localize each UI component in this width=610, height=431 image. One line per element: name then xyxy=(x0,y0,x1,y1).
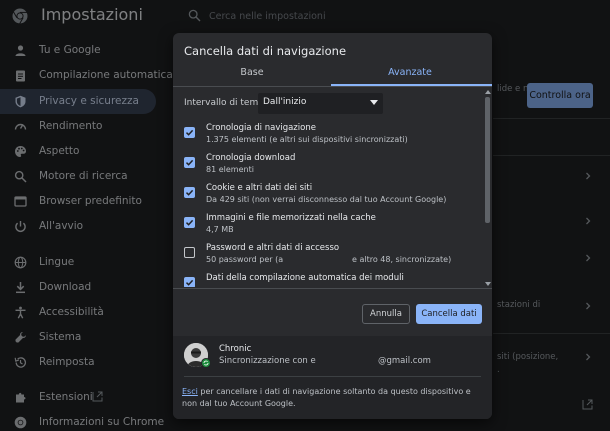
tab-basic[interactable]: Base xyxy=(173,67,331,85)
option-download-history[interactable]: Cronologia download 81 elementi xyxy=(173,151,483,181)
option-passwords[interactable]: Password e altri dati di accesso 50 pass… xyxy=(173,241,483,271)
account-section: Chronic Sincronizzazione con e @gmail.co… xyxy=(173,336,492,419)
option-subtitle-tail: e altro 48, sincronizzate) xyxy=(352,255,452,264)
option-title: Dati della compilazione automatica dei m… xyxy=(206,273,404,283)
tab-divider xyxy=(173,86,492,87)
checkbox-unchecked[interactable] xyxy=(184,247,195,258)
option-subtitle: 81 elementi xyxy=(206,165,254,174)
account-divider xyxy=(184,376,481,377)
checkbox-checked[interactable] xyxy=(184,217,195,228)
checkbox-checked[interactable] xyxy=(184,187,195,198)
account-sync-status: Sincronizzazione con e xyxy=(219,356,316,366)
scroll-up-arrow-icon[interactable] xyxy=(485,90,491,94)
signout-notice-text: per cancellare i dati di navigazione sol… xyxy=(182,387,471,408)
signout-notice: Esci per cancellare i dati di navigazion… xyxy=(182,386,486,410)
sync-status-icon xyxy=(201,358,211,368)
option-title: Immagini e file memorizzati nella cache xyxy=(206,213,376,223)
option-cookies[interactable]: Cookie e altri dati dei siti Da 429 siti… xyxy=(173,181,483,211)
option-cached-images[interactable]: Immagini e file memorizzati nella cache … xyxy=(173,211,483,241)
option-title: Password e altri dati di accesso xyxy=(206,243,340,253)
scroll-down-arrow-icon[interactable] xyxy=(485,282,491,286)
option-subtitle: 50 password per (a xyxy=(206,255,284,264)
checkbox-checked[interactable] xyxy=(184,157,195,168)
option-subtitle: Da 429 siti (non verrai disconnesso dal … xyxy=(206,195,447,204)
option-browsing-history[interactable]: Cronologia di navigazione 1.375 elementi… xyxy=(173,121,483,151)
cancel-button[interactable]: Annulla xyxy=(362,304,410,324)
clear-data-button[interactable]: Cancella dati xyxy=(416,304,482,324)
option-subtitle: 4,7 MB xyxy=(206,225,234,234)
list-divider xyxy=(173,288,492,289)
option-title: Cookie e altri dati dei siti xyxy=(206,183,313,193)
option-title: Cronologia download xyxy=(206,153,296,163)
time-range-label: Intervallo di tempo xyxy=(184,98,270,108)
scrollbar-thumb[interactable] xyxy=(485,97,490,223)
checkbox-checked[interactable] xyxy=(184,277,195,287)
account-email: @gmail.com xyxy=(378,356,431,366)
data-type-list[interactable]: Cronologia di navigazione 1.375 elementi… xyxy=(173,121,492,287)
option-subtitle: 1.375 elementi (e altri sui dispositivi … xyxy=(206,135,408,144)
checkbox-checked[interactable] xyxy=(184,127,195,138)
dropdown-caret-icon xyxy=(370,100,378,105)
clear-browsing-data-dialog: Cancella dati di navigazione Base Avanza… xyxy=(173,33,492,419)
list-scrollbar[interactable] xyxy=(483,89,491,287)
signout-link[interactable]: Esci xyxy=(182,387,198,396)
account-name: Chronic xyxy=(219,344,252,354)
tab-advanced[interactable]: Avanzate xyxy=(331,67,489,85)
option-title: Cronologia di navigazione xyxy=(206,123,316,133)
time-range-value: Dall'inizio xyxy=(263,97,307,107)
option-autofill-form-data[interactable]: Dati della compilazione automatica dei m… xyxy=(173,271,483,287)
dialog-title: Cancella dati di navigazione xyxy=(184,44,347,58)
time-range-select[interactable]: Dall'inizio xyxy=(258,93,383,114)
